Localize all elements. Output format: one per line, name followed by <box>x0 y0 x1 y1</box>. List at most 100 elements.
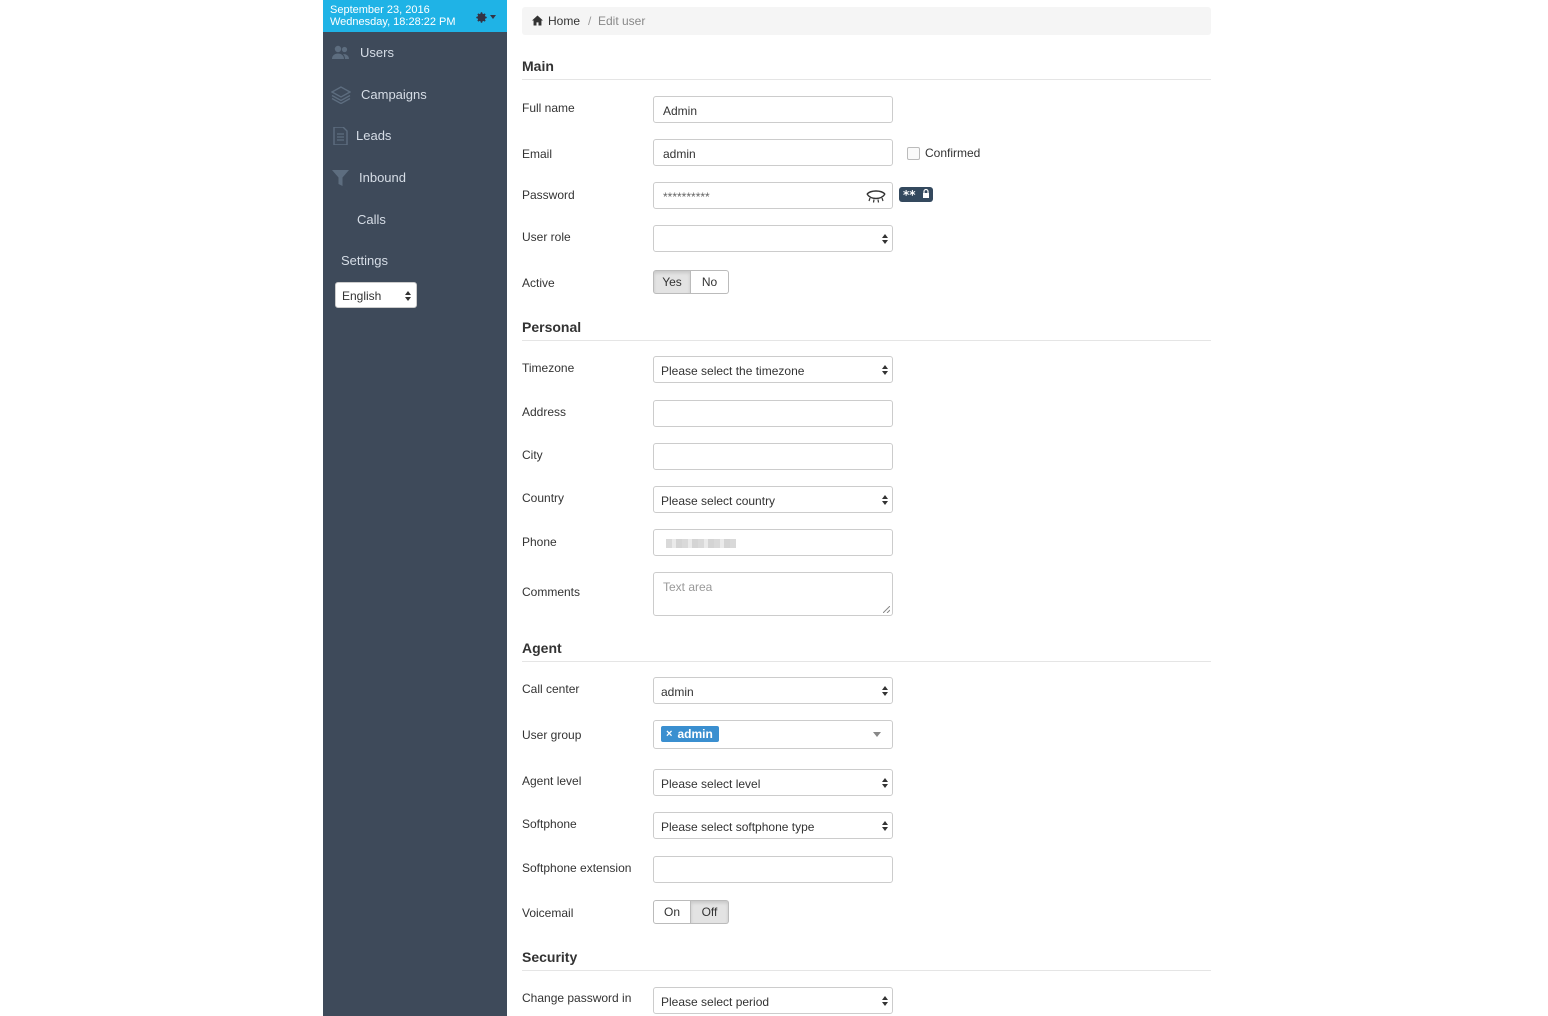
sidebar-item-label: Users <box>360 45 394 60</box>
sidebar-item-inbound[interactable]: Inbound <box>323 158 507 198</box>
select-arrows-icon <box>882 778 888 788</box>
full-name-value: Admin <box>663 104 698 118</box>
phone-redacted-value <box>666 539 736 548</box>
voicemail-off-button[interactable]: Off <box>691 900 729 924</box>
change-password-label: Change password in <box>522 991 632 1005</box>
sidebar-item-label: Settings <box>341 253 388 268</box>
change-password-value: Please select period <box>661 995 770 1009</box>
select-arrows-icon <box>882 495 888 505</box>
user-group-tag-label: admin <box>677 727 713 741</box>
agent-level-value: Please select level <box>661 777 761 791</box>
call-center-select[interactable]: admin <box>653 677 893 704</box>
sidebar-item-settings[interactable]: Settings <box>323 241 507 281</box>
active-label: Active <box>522 276 555 290</box>
sidebar-item-calls[interactable]: Calls <box>323 200 507 240</box>
country-value: Please select country <box>661 494 776 508</box>
password-value: ********** <box>663 190 710 204</box>
svg-text:**: ** <box>903 188 916 202</box>
section-title-agent: Agent <box>522 640 1211 662</box>
softphone-value: Please select softphone type <box>661 820 815 834</box>
full-name-input[interactable]: Admin <box>653 96 893 123</box>
user-role-select[interactable] <box>653 225 893 252</box>
agent-level-label: Agent level <box>522 774 582 788</box>
comments-textarea[interactable]: Text area <box>653 572 893 616</box>
section-title-security: Security <box>522 949 1211 971</box>
section-title-personal: Personal <box>522 319 1211 341</box>
softphone-label: Softphone <box>522 817 577 831</box>
funnel-icon <box>332 170 349 186</box>
settings-menu-button[interactable] <box>475 9 499 25</box>
gear-icon <box>476 11 487 23</box>
users-icon <box>332 45 349 59</box>
sidebar-item-label: Campaigns <box>361 87 427 102</box>
voicemail-toggle: On Off <box>653 900 729 924</box>
email-input[interactable]: admin <box>653 139 893 166</box>
eye-icon[interactable] <box>866 189 886 203</box>
section-title-main: Main <box>522 58 1211 80</box>
select-arrows-icon <box>882 821 888 831</box>
user-group-multiselect[interactable]: × admin <box>653 720 893 749</box>
confirmed-label: Confirmed <box>925 146 981 160</box>
select-arrows-icon <box>882 996 888 1006</box>
address-label: Address <box>522 405 567 419</box>
email-label: Email <box>522 147 553 161</box>
current-time: Wednesday, 18:28:22 PM <box>330 16 456 28</box>
sidebar-item-label: Leads <box>356 128 392 143</box>
call-center-label: Call center <box>522 682 580 696</box>
city-input[interactable] <box>653 443 893 470</box>
sidebar-item-label: Calls <box>357 212 386 227</box>
resize-grip-icon[interactable] <box>883 606 890 613</box>
chevron-down-icon[interactable] <box>873 732 881 737</box>
phone-label: Phone <box>522 535 557 549</box>
softphone-extension-label: Softphone extension <box>522 861 632 875</box>
voicemail-label: Voicemail <box>522 906 574 920</box>
active-toggle: Yes No <box>653 270 729 294</box>
sidebar-item-users[interactable]: Users <box>323 33 507 73</box>
tag-remove-button[interactable]: × <box>666 728 672 740</box>
select-arrows-icon <box>882 686 888 696</box>
password-badge-icon[interactable]: ** <box>899 187 933 202</box>
breadcrumb-home-link[interactable]: Home <box>548 14 580 28</box>
sidebar: September 23, 2016 Wednesday, 18:28:22 P… <box>323 0 507 1016</box>
breadcrumb-current: Edit user <box>598 14 646 28</box>
active-no-button[interactable]: No <box>691 270 729 294</box>
phone-input[interactable] <box>653 529 893 556</box>
sidebar-header: September 23, 2016 Wednesday, 18:28:22 P… <box>323 0 507 32</box>
language-select[interactable]: English <box>335 282 417 308</box>
timezone-value: Please select the timezone <box>661 364 805 378</box>
email-value: admin <box>663 147 696 161</box>
user-role-label: User role <box>522 230 571 244</box>
comments-placeholder: Text area <box>663 580 713 594</box>
document-icon <box>333 127 348 145</box>
full-name-label: Full name <box>522 101 575 115</box>
address-input[interactable] <box>653 400 893 427</box>
password-input[interactable]: ********** <box>653 182 893 209</box>
user-group-tag: × admin <box>661 726 719 742</box>
password-label: Password <box>522 188 575 202</box>
voicemail-on-button[interactable]: On <box>653 900 691 924</box>
sidebar-item-label: Inbound <box>359 170 406 185</box>
select-arrows-icon <box>882 365 888 375</box>
softphone-extension-input[interactable] <box>653 856 893 883</box>
timezone-select[interactable]: Please select the timezone <box>653 356 893 383</box>
layers-icon <box>331 86 351 104</box>
sidebar-item-campaigns[interactable]: Campaigns <box>323 75 507 115</box>
home-icon <box>532 15 543 26</box>
timezone-label: Timezone <box>522 361 575 375</box>
sidebar-item-leads[interactable]: Leads <box>323 116 507 156</box>
agent-level-select[interactable]: Please select level <box>653 769 893 796</box>
breadcrumb-separator: / <box>588 14 592 28</box>
confirmed-checkbox[interactable] <box>907 147 920 160</box>
language-value: English <box>342 289 382 303</box>
call-center-value: admin <box>661 685 694 699</box>
active-yes-button[interactable]: Yes <box>653 270 691 294</box>
country-select[interactable]: Please select country <box>653 486 893 513</box>
change-password-period-select[interactable]: Please select period <box>653 987 893 1014</box>
softphone-select[interactable]: Please select softphone type <box>653 812 893 839</box>
city-label: City <box>522 448 543 462</box>
user-group-label: User group <box>522 728 582 742</box>
select-arrows-icon <box>405 291 411 301</box>
comments-label: Comments <box>522 585 581 599</box>
select-arrows-icon <box>882 234 888 244</box>
current-date: September 23, 2016 <box>330 4 430 16</box>
